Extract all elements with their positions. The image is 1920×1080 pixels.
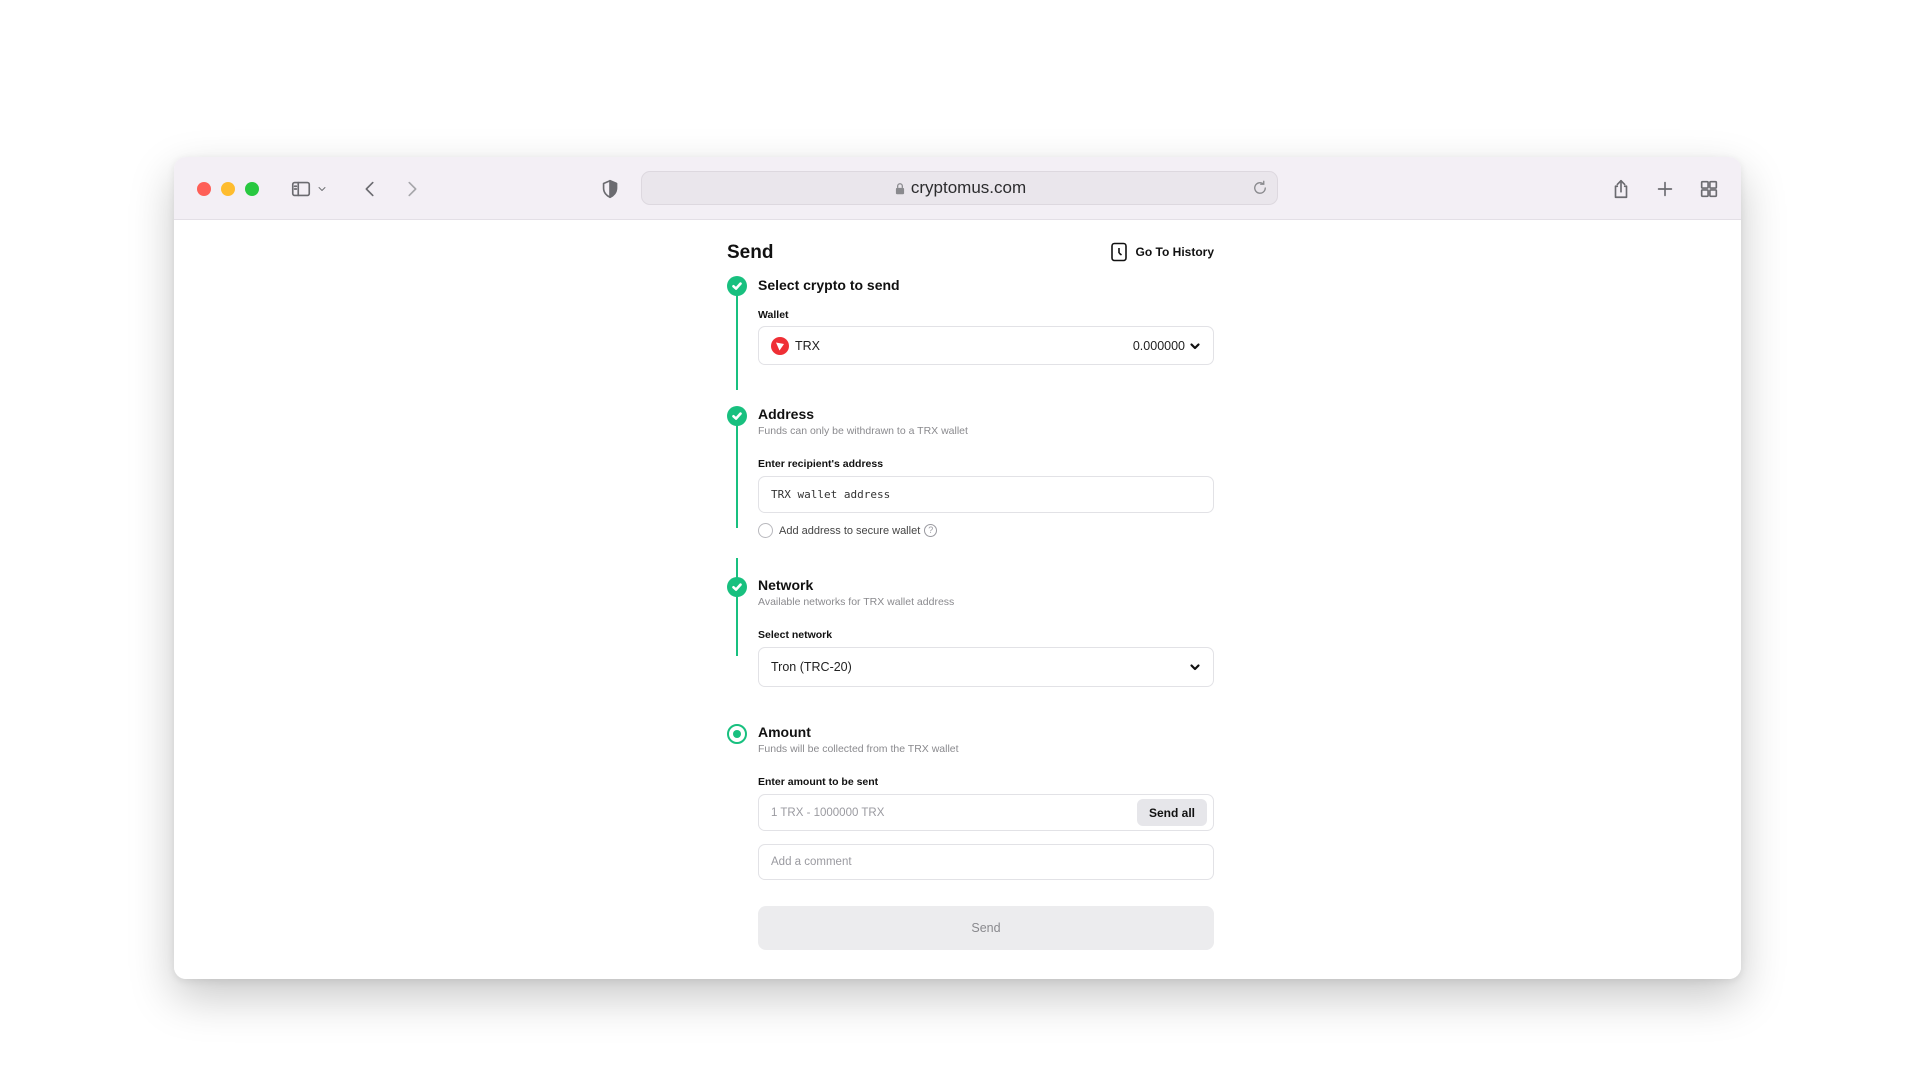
chevron-down-icon[interactable] bbox=[315, 177, 329, 201]
send-form: Send Go To History Select crypto to send… bbox=[727, 220, 1214, 979]
close-window-button[interactable] bbox=[197, 182, 211, 196]
step-amount-subtitle: Funds will be collected from the TRX wal… bbox=[758, 743, 959, 755]
reload-icon[interactable] bbox=[1251, 179, 1269, 197]
address-bar[interactable]: cryptomus.com bbox=[641, 171, 1278, 205]
secure-wallet-radio[interactable] bbox=[758, 523, 773, 538]
page-content: Send Go To History Select crypto to send… bbox=[174, 220, 1741, 979]
go-to-history-link[interactable]: Go To History bbox=[1110, 242, 1214, 262]
send-button[interactable]: Send bbox=[758, 906, 1214, 950]
recipient-address-input[interactable] bbox=[771, 488, 1201, 501]
progress-rail-1 bbox=[736, 294, 738, 390]
wallet-select[interactable]: TRX 0.000000 bbox=[758, 326, 1214, 365]
share-icon[interactable] bbox=[1609, 177, 1633, 201]
progress-rail-3 bbox=[736, 558, 738, 656]
url-text: cryptomus.com bbox=[910, 178, 1027, 197]
back-icon[interactable] bbox=[358, 177, 382, 201]
wallet-currency: TRX bbox=[795, 338, 820, 353]
maximize-window-button[interactable] bbox=[245, 182, 259, 196]
step-address-subtitle: Funds can only be withdrawn to a TRX wal… bbox=[758, 425, 968, 437]
send-all-button[interactable]: Send all bbox=[1136, 799, 1207, 826]
step-complete-icon bbox=[727, 276, 747, 296]
step-network-subtitle: Available networks for TRX wallet addres… bbox=[758, 596, 955, 608]
amount-label: Enter amount to be sent bbox=[758, 776, 879, 788]
step-amount-title: Amount bbox=[758, 724, 811, 740]
history-icon bbox=[1110, 242, 1128, 262]
comment-field[interactable] bbox=[758, 844, 1214, 880]
comment-input[interactable] bbox=[771, 856, 1201, 868]
step-network-title: Network bbox=[758, 577, 814, 593]
amount-field[interactable]: Send all bbox=[758, 794, 1214, 831]
new-tab-icon[interactable] bbox=[1653, 177, 1677, 201]
lock-icon bbox=[893, 181, 907, 195]
page-title: Send bbox=[727, 242, 774, 263]
recipient-address-label: Enter recipient's address bbox=[758, 458, 884, 470]
recipient-address-field[interactable] bbox=[758, 476, 1214, 513]
trx-icon bbox=[771, 336, 789, 355]
secure-wallet-option[interactable]: Add address to secure wallet ? bbox=[758, 523, 938, 538]
browser-window: cryptomus.com Send Go To History Select … bbox=[174, 157, 1741, 979]
history-label: Go To History bbox=[1135, 245, 1214, 259]
info-icon[interactable]: ? bbox=[924, 524, 938, 537]
step-complete-icon bbox=[727, 577, 747, 597]
amount-input[interactable] bbox=[771, 806, 1137, 819]
sidebar-icon[interactable] bbox=[289, 177, 313, 201]
secure-wallet-label: Add address to secure wallet bbox=[779, 524, 921, 537]
minimize-window-button[interactable] bbox=[221, 182, 235, 196]
step-address-title: Address bbox=[758, 406, 815, 422]
wallet-balance: 0.000000 bbox=[1132, 338, 1185, 353]
network-selected: Tron (TRC-20) bbox=[771, 660, 852, 674]
select-network-label: Select network bbox=[758, 629, 833, 641]
step-complete-icon bbox=[727, 406, 747, 426]
browser-toolbar: cryptomus.com bbox=[174, 157, 1741, 220]
chevron-down-icon bbox=[1189, 340, 1201, 352]
step-crypto-title: Select crypto to send bbox=[758, 277, 900, 293]
wallet-label: Wallet bbox=[758, 309, 789, 321]
tab-overview-icon[interactable] bbox=[1697, 177, 1721, 201]
progress-rail-2 bbox=[736, 420, 738, 528]
step-current-icon bbox=[727, 724, 747, 744]
chevron-down-icon bbox=[1189, 661, 1201, 673]
network-select[interactable]: Tron (TRC-20) bbox=[758, 647, 1214, 687]
shield-icon[interactable] bbox=[598, 177, 622, 201]
forward-icon[interactable] bbox=[400, 177, 424, 201]
